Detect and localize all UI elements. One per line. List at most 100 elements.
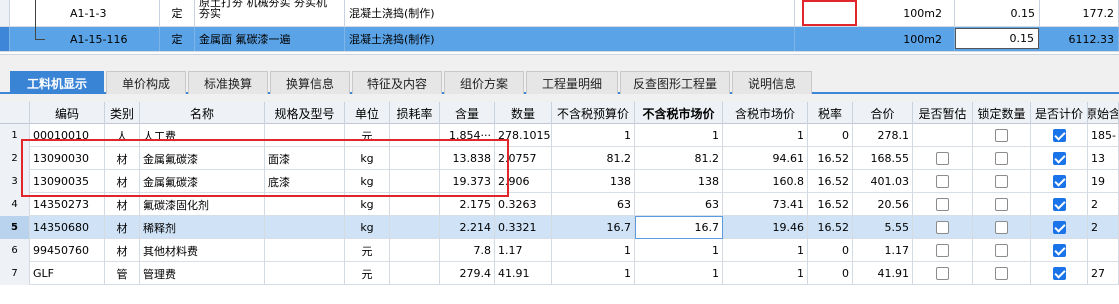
header-lock-qty[interactable]: 锁定数量	[973, 102, 1031, 124]
tab-unit-price[interactable]: 单价构成	[106, 71, 186, 94]
cell-code[interactable]: 14350273	[30, 193, 105, 216]
cell-unit[interactable]: kg	[345, 193, 390, 216]
cell-pre-tax-budget[interactable]: 1	[552, 262, 635, 285]
cell-lock-qty[interactable]	[973, 262, 1031, 285]
cell-spec[interactable]	[265, 262, 345, 285]
cell-lock-qty[interactable]	[973, 239, 1031, 262]
checkbox-checked[interactable]	[1052, 175, 1066, 188]
checkbox[interactable]	[995, 244, 1008, 257]
cell-estimated[interactable]	[913, 193, 973, 216]
cell-name[interactable]: 其他材料费	[140, 239, 265, 262]
header-pre-tax-market[interactable]: 不含税市场价	[635, 102, 723, 124]
checkbox-checked[interactable]	[1052, 129, 1066, 142]
cell-name[interactable]: 稀释剂	[140, 216, 265, 239]
quantity-input[interactable]: 0.15	[955, 28, 1039, 49]
cell-name[interactable]: 金属氟碳漆	[140, 147, 265, 170]
cell-is-priced[interactable]	[1031, 170, 1088, 193]
header-estimated[interactable]: 是否暂估	[913, 102, 973, 124]
cell-tax-rate[interactable]: 0	[808, 239, 853, 262]
table-row[interactable]: 4 14350273 材氟碳漆固化剂 kg 2.175 0.3263 63 63 73.41 16…	[0, 193, 1119, 216]
header-total[interactable]: 合价	[853, 102, 913, 124]
tab-description[interactable]: 说明信息	[732, 71, 812, 94]
cell-is-priced[interactable]	[1031, 239, 1088, 262]
cell-total[interactable]: 278.1	[853, 124, 913, 147]
table-row[interactable]: 6 99450760 材其他材料费元 7.8 1.17 1 1 1 0 1.17	[0, 239, 1119, 262]
tab-features[interactable]: 特征及内容	[352, 71, 442, 94]
cell-is-priced[interactable]	[1031, 124, 1088, 147]
top-row-2-selected[interactable]: A1-15-116 定 金属面 氟碳漆一遍 混凝土浇捣(制作) 100m2 0.…	[0, 26, 1119, 52]
cell-content[interactable]: 13.838	[440, 147, 495, 170]
tab-reverse-lookup[interactable]: 反查图形工程量	[620, 71, 730, 94]
cell-total[interactable]: 1.17	[853, 239, 913, 262]
cell-qty[interactable]: 2.906	[495, 170, 552, 193]
checkbox[interactable]	[995, 129, 1008, 142]
cell-lock-qty[interactable]	[973, 170, 1031, 193]
cell-loss[interactable]	[390, 216, 440, 239]
cell-total[interactable]: 41.91	[853, 262, 913, 285]
cell-pre-tax-market[interactable]: 1	[635, 239, 723, 262]
cell-tax-rate[interactable]: 0	[808, 124, 853, 147]
cell-unit[interactable]: 元	[345, 262, 390, 285]
cell-spec[interactable]	[265, 216, 345, 239]
cell-pre-tax-budget[interactable]: 1	[552, 239, 635, 262]
cell-tax-rate[interactable]: 16.52	[808, 147, 853, 170]
cell-spec[interactable]: 底漆	[265, 170, 345, 193]
cell-pre-tax-budget[interactable]: 1	[552, 124, 635, 147]
cell-code[interactable]: 13090030	[30, 147, 105, 170]
cell-estimated[interactable]	[913, 124, 973, 147]
cell-tax-market[interactable]: 73.41	[723, 193, 808, 216]
cell-code[interactable]: GLF	[30, 262, 105, 285]
cell-content[interactable]: 2.175	[440, 193, 495, 216]
cell-spec[interactable]	[265, 239, 345, 262]
cell-qty[interactable]: 41.91	[495, 262, 552, 285]
cell-unit[interactable]: 元	[345, 239, 390, 262]
table-row[interactable]: 7 GLF 管管理费元 279.4 41.91 1 1 1 0 41.91 27	[0, 262, 1119, 285]
checkbox-checked[interactable]	[1052, 152, 1066, 165]
cell-content[interactable]: 1.854···	[440, 124, 495, 147]
checkbox-checked[interactable]	[1052, 221, 1066, 234]
checkbox[interactable]	[936, 267, 949, 280]
checkbox[interactable]	[995, 267, 1008, 280]
cell-estimated[interactable]	[913, 262, 973, 285]
cell-loss[interactable]	[390, 193, 440, 216]
cell-type[interactable]: 人	[105, 124, 140, 147]
cell-type[interactable]: 材	[105, 147, 140, 170]
cell-original[interactable]	[1088, 239, 1119, 262]
cell-total[interactable]: 401.03	[853, 170, 913, 193]
cell-unit[interactable]: kg	[345, 170, 390, 193]
cell-loss[interactable]	[390, 262, 440, 285]
table-row[interactable]: 5 14350680 材稀释剂 kg 2.214 0.3321 16.7 16.7 19.46 1…	[0, 216, 1119, 239]
checkbox[interactable]	[995, 175, 1008, 188]
header-is-priced[interactable]: 是否计价	[1031, 102, 1088, 124]
cell-is-priced[interactable]	[1031, 147, 1088, 170]
cell-tax-market[interactable]: 1	[723, 239, 808, 262]
cell-tax-market[interactable]: 94.61	[723, 147, 808, 170]
cell-is-priced[interactable]	[1031, 216, 1088, 239]
cell-original[interactable]: 2	[1088, 216, 1119, 239]
cell-estimated[interactable]	[913, 147, 973, 170]
cell-original[interactable]: 2	[1088, 193, 1119, 216]
cell-unit[interactable]: 元	[345, 124, 390, 147]
cell-estimated[interactable]	[913, 216, 973, 239]
cell-pre-tax-budget[interactable]: 63	[552, 193, 635, 216]
checkbox[interactable]	[995, 198, 1008, 211]
checkbox[interactable]	[936, 175, 949, 188]
checkbox[interactable]	[936, 244, 949, 257]
cell-tax-market[interactable]: 1	[723, 124, 808, 147]
cell-pre-tax-budget[interactable]: 138	[552, 170, 635, 193]
cell-lock-qty[interactable]	[973, 216, 1031, 239]
cell-name[interactable]: 金属氟碳漆	[140, 170, 265, 193]
cell-content[interactable]: 19.373	[440, 170, 495, 193]
cell-estimated[interactable]	[913, 239, 973, 262]
header-unit[interactable]: 单位	[345, 102, 390, 124]
tab-labor-material-machine[interactable]: 工料机显示	[10, 71, 104, 94]
cell-pre-tax-budget[interactable]: 81.2	[552, 147, 635, 170]
header-pre-tax-budget[interactable]: 不含税预算价	[552, 102, 635, 124]
cell-content[interactable]: 279.4	[440, 262, 495, 285]
tab-pricing-scheme[interactable]: 组价方案	[444, 71, 524, 94]
tab-conversion-info[interactable]: 换算信息	[270, 71, 350, 94]
cell-pre-tax-market[interactable]: 81.2	[635, 147, 723, 170]
cell-tax-market[interactable]: 160.8	[723, 170, 808, 193]
cell-lock-qty[interactable]	[973, 193, 1031, 216]
cell-total[interactable]: 5.55	[853, 216, 913, 239]
